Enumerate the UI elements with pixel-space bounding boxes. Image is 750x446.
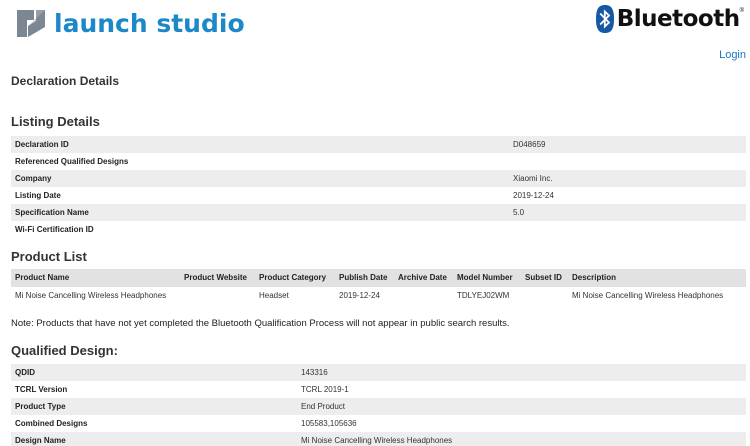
launch-studio-logo[interactable]: launch studio [14,6,245,40]
login-link[interactable]: Login [719,49,746,61]
registered-mark: ® [739,8,744,14]
column-header-model-number: Model Number [457,273,513,282]
field-label: TCRL Version [15,385,68,394]
table-row: Listing Date 2019-12-24 [11,187,746,204]
field-value: Xiaomi Inc. [513,174,553,183]
launch-studio-logo-text: launch studio [54,8,245,38]
table-row: Specification Name 5.0 [11,204,746,221]
field-value: 2019-12-24 [513,191,554,200]
field-value: TCRL 2019-1 [301,385,349,394]
field-label: Listing Date [15,191,61,200]
product-category-cell: Headset [259,291,289,300]
field-value: End Product [301,402,346,411]
table-row: QDID 143316 [11,364,746,381]
table-header-row: Product Name Product Website Product Cat… [11,269,746,287]
page-title: Declaration Details [11,74,120,88]
table-row: Wi-Fi Certification ID [11,221,746,238]
table-row: TCRL Version TCRL 2019-1 [11,381,746,398]
description-cell: Mi Noise Cancelling Wireless Headphones [572,291,724,300]
qualified-design-table: QDID 143316 TCRL Version TCRL 2019-1 Pro… [11,364,746,446]
listing-details-heading: Listing Details [11,114,100,129]
column-header-archive-date: Archive Date [398,273,447,282]
field-value: 5.0 [513,208,525,217]
field-label: Combined Designs [15,419,88,428]
field-value: 143316 [301,368,328,377]
bluetooth-logo: Bluetooth ® [595,5,744,33]
field-value: 105583,105636 [301,419,357,428]
field-label: Company [15,174,52,183]
product-list-heading: Product List [11,249,87,264]
field-label: Referenced Qualified Designs [15,157,129,166]
column-header-publish-date: Publish Date [339,273,388,282]
column-header-subset-id: Subset ID [525,273,562,282]
column-header-product-website: Product Website [184,273,247,282]
publish-date-cell: 2019-12-24 [339,291,380,300]
model-number-cell: TDLYEJ02WM [457,291,510,300]
table-row: Design Name Mi Noise Cancelling Wireless… [11,432,746,446]
field-value: Mi Noise Cancelling Wireless Headphones [301,436,453,445]
product-list-table: Product Name Product Website Product Cat… [11,269,746,305]
launch-studio-logo-icon [17,10,45,37]
column-header-product-name: Product Name [15,273,70,282]
column-header-product-category: Product Category [259,273,327,282]
field-label: Declaration ID [15,140,69,149]
page-header: launch studio Bluetooth ® Login [0,0,750,61]
bluetooth-wordmark: Bluetooth [616,6,740,32]
field-label: Wi-Fi Certification ID [15,225,94,234]
field-label: QDID [15,368,35,377]
column-header-description: Description [572,273,617,282]
listing-details-table: Declaration ID D048659 Referenced Qualif… [11,136,746,238]
bluetooth-icon [595,5,614,33]
table-row: Referenced Qualified Designs [11,153,746,170]
table-row: Combined Designs 105583,105636 [11,415,746,432]
table-row: Declaration ID D048659 [11,136,746,153]
product-name-cell: Mi Noise Cancelling Wireless Headphones [15,291,167,300]
field-label: Product Type [15,402,66,411]
table-row: Mi Noise Cancelling Wireless Headphones … [11,287,746,305]
table-row: Company Xiaomi Inc. [11,170,746,187]
qualified-design-heading: Qualified Design: [11,343,118,358]
product-visibility-note: Note: Products that have not yet complet… [11,318,510,329]
table-row: Product Type End Product [11,398,746,415]
field-label: Specification Name [15,208,89,217]
field-value: D048659 [513,140,546,149]
field-label: Design Name [15,436,66,445]
